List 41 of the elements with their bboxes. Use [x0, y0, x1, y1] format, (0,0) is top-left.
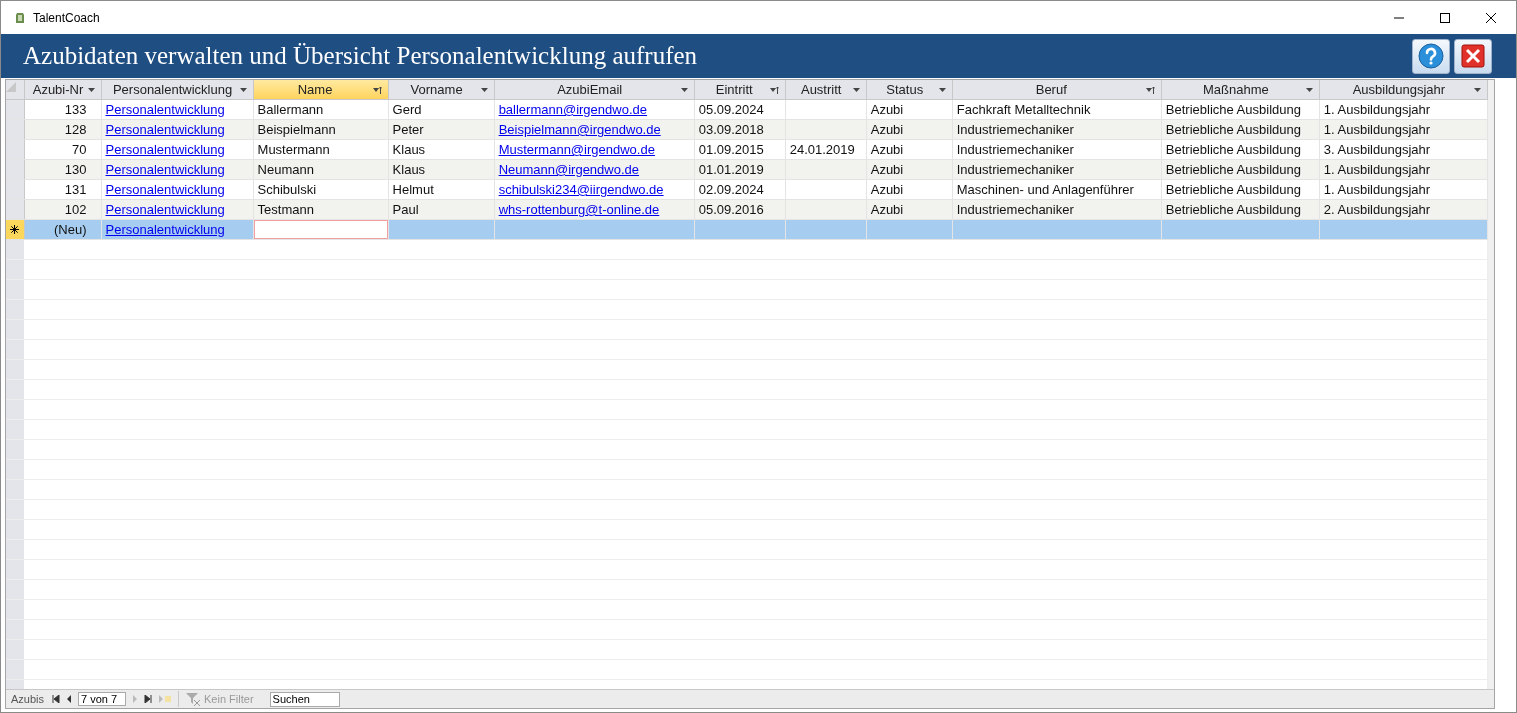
column-header[interactable]: Vorname [388, 80, 495, 100]
column-header[interactable]: AzubiEmail [494, 80, 695, 100]
maximize-icon[interactable] [1440, 12, 1450, 23]
record-number-field[interactable]: 7 von 7 [78, 692, 127, 706]
column-header[interactable]: Ausbildungsjahr [1319, 80, 1488, 100]
dropdown-arrow-icon[interactable] [480, 87, 488, 92]
sort-filter-icon[interactable] [769, 85, 779, 94]
filter-label: Kein Filter [204, 693, 254, 705]
dropdown-arrow-icon[interactable] [852, 87, 860, 92]
dropdown-arrow-icon[interactable] [1474, 87, 1481, 92]
window-title: TalentCoach [33, 10, 100, 25]
column-header[interactable]: Azubi-Nr [24, 80, 101, 100]
column-header[interactable]: Eintritt [694, 80, 786, 100]
app-icon [15, 11, 25, 24]
filter-off-icon [185, 692, 202, 706]
close-icon[interactable] [1486, 12, 1496, 23]
dropdown-arrow-icon[interactable] [87, 87, 95, 92]
asterisk-icon [10, 225, 20, 234]
search-field[interactable]: Suchen [269, 691, 340, 707]
column-header[interactable]: Beruf [952, 80, 1162, 100]
record-label: Azubis [11, 693, 45, 705]
dropdown-arrow-icon[interactable] [938, 87, 946, 92]
corner-triangle-icon [6, 82, 16, 92]
column-header[interactable]: Name [253, 80, 389, 100]
column-header[interactable]: Austritt [785, 80, 867, 100]
dropdown-arrow-icon[interactable] [1305, 87, 1313, 92]
dropdown-arrow-icon[interactable] [239, 87, 247, 92]
column-header[interactable]: Maßnahme [1161, 80, 1320, 100]
previous-record-icon[interactable] [66, 695, 73, 703]
column-header[interactable]: Status [866, 80, 953, 100]
sort-filter-icon[interactable] [1145, 85, 1155, 94]
column-header[interactable]: Personalentwicklung [101, 80, 254, 100]
new-record-selector[interactable] [6, 219, 24, 240]
help-button[interactable] [1412, 38, 1450, 74]
close-button[interactable] [1454, 38, 1492, 74]
sort-filter-icon[interactable] [372, 85, 382, 94]
first-record-icon[interactable] [52, 695, 61, 703]
last-record-icon[interactable] [144, 695, 153, 703]
form-title: Azubidaten verwalten und Übersicht Personalentwicklung aufrufen [23, 42, 698, 70]
dropdown-arrow-icon[interactable] [680, 87, 688, 92]
name-input-field[interactable] [253, 220, 388, 239]
